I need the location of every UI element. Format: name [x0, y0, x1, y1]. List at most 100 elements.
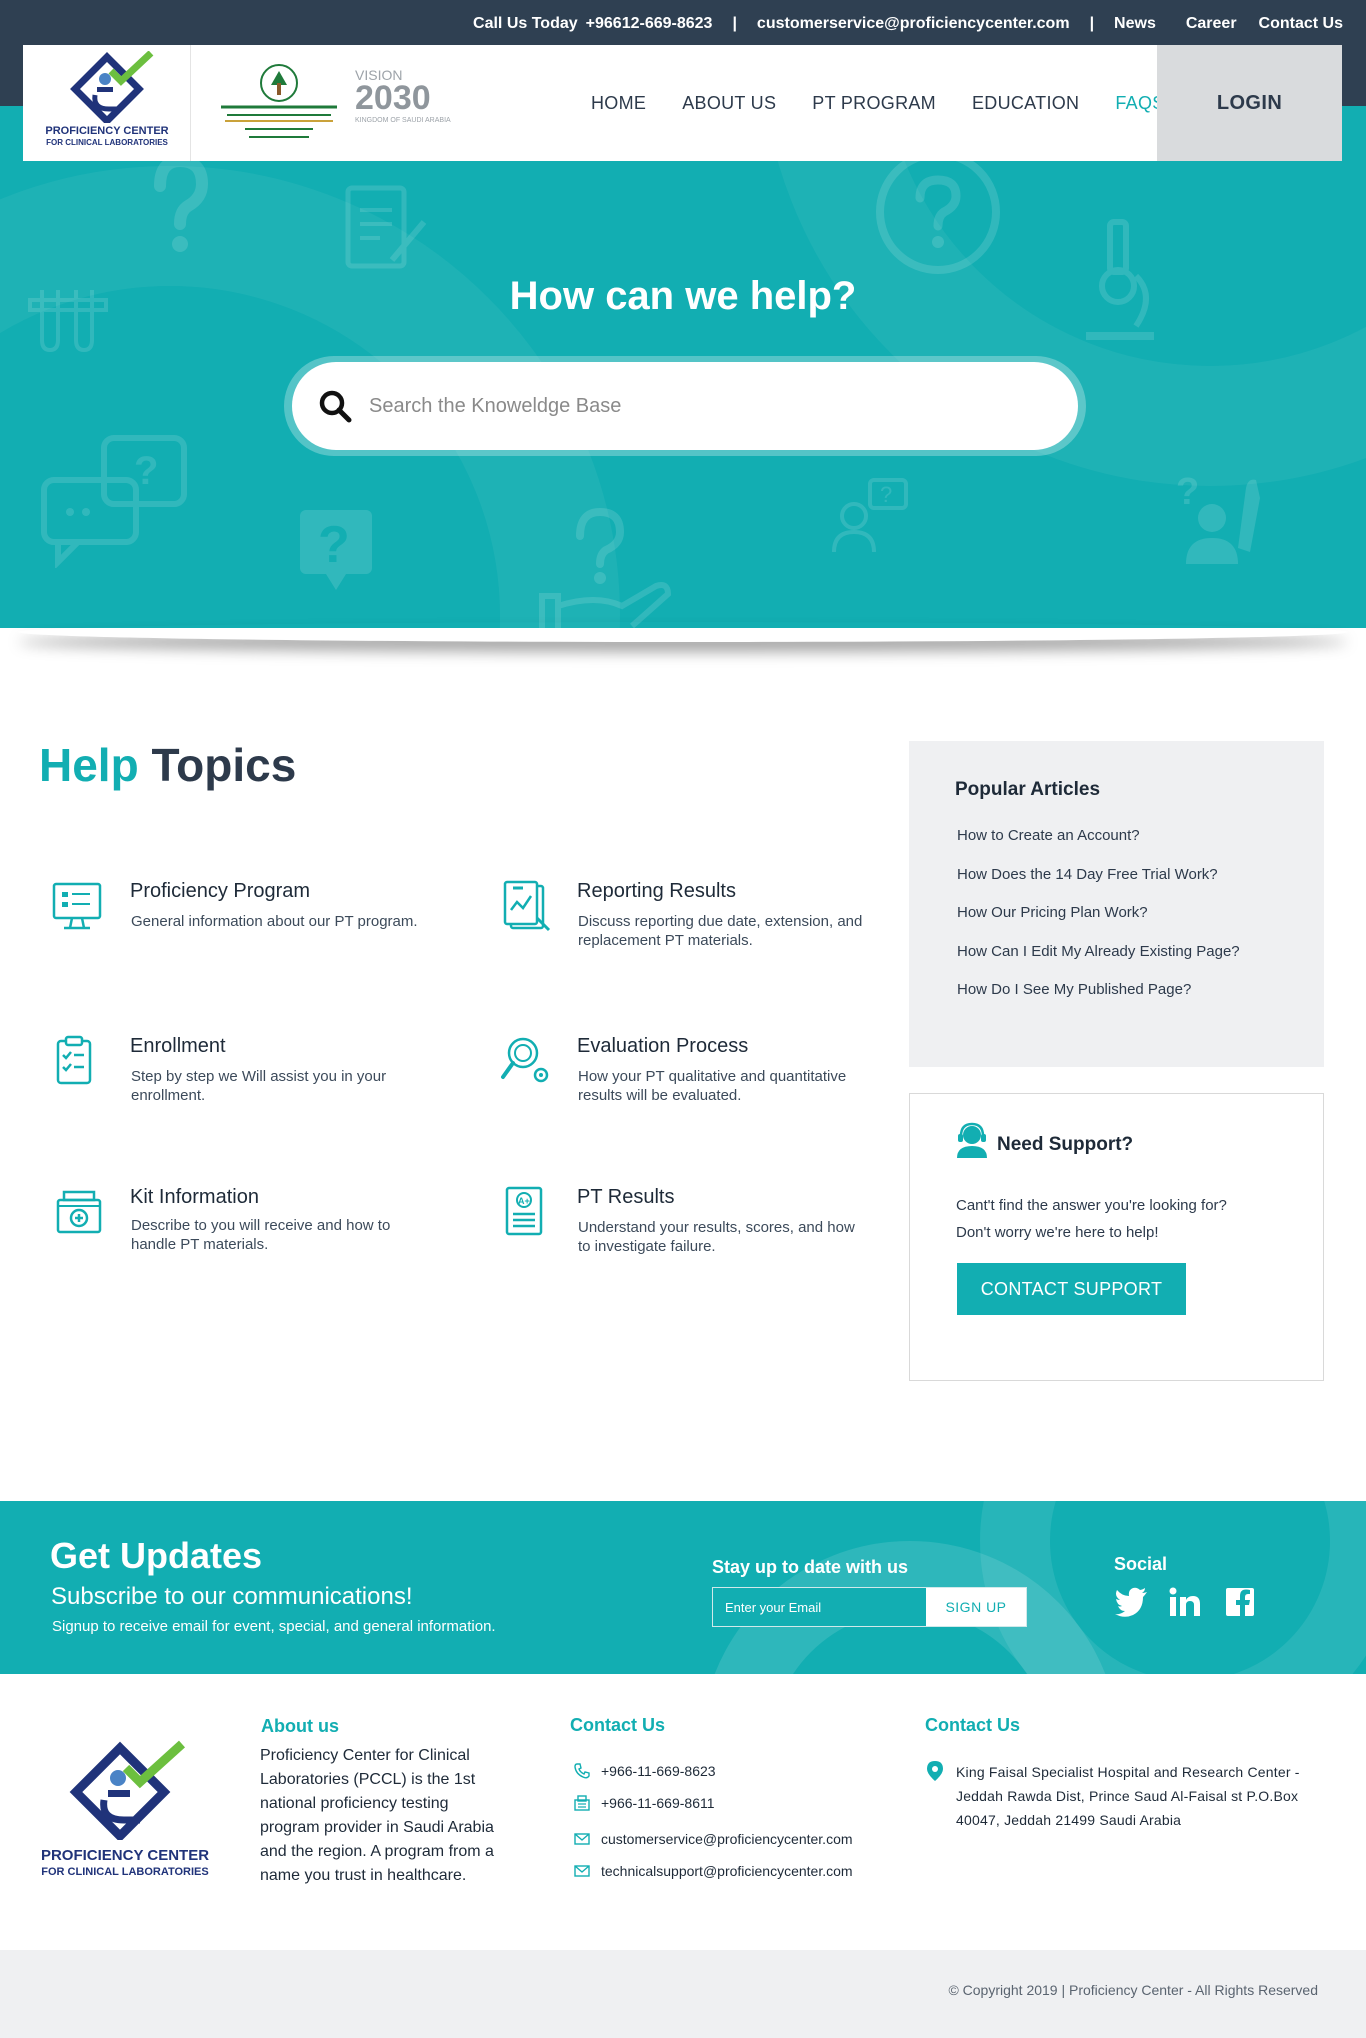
vision-2030-logo: VISION 2030 KINGDOM OF SAUDI ARABIA — [355, 67, 465, 124]
nav-education[interactable]: EDUCATION — [972, 93, 1079, 114]
footer-phone-2[interactable]: +966-11-669-8611 — [573, 1794, 715, 1812]
topic-description: General information about our PT program… — [131, 913, 418, 930]
main-nav: HOME ABOUT US PT PROGRAM EDUCATION FAQS — [591, 45, 1201, 161]
question-mark-icon — [154, 156, 209, 252]
mail-icon — [574, 1865, 590, 1877]
need-support-panel: Need Support? Cant't find the answer you… — [909, 1093, 1324, 1381]
help-title-highlight: Help — [39, 739, 139, 791]
article-link[interactable]: How Our Pricing Plan Work? — [957, 904, 1240, 943]
topic-title[interactable]: Reporting Results — [577, 880, 736, 903]
news-link[interactable]: News — [1114, 15, 1156, 33]
email-link[interactable]: customerservice@proficiencycenter.com — [757, 15, 1070, 33]
facebook-icon[interactable] — [1224, 1586, 1258, 1618]
phone-link[interactable]: +96612-669-8623 — [586, 15, 713, 33]
nav-pt-program[interactable]: PT PROGRAM — [812, 93, 936, 114]
topic-description: How your PT qualitative and quantitative… — [578, 1068, 847, 1104]
phone-icon — [574, 1763, 590, 1779]
copyright-text: © Copyright 2019 | Proficiency Center - … — [948, 1982, 1318, 1998]
hero-title: How can we help? — [509, 274, 857, 318]
popular-articles-panel: Popular Articles How to Create an Accoun… — [909, 741, 1324, 1067]
footer-phone-2-text[interactable]: +966-11-669-8611 — [601, 1795, 715, 1811]
newsletter-form: SIGN UP — [712, 1587, 1027, 1627]
search-input[interactable] — [369, 394, 1019, 418]
footer-phone-1[interactable]: +966-11-669-8623 — [573, 1762, 716, 1780]
person-question-icon: ? — [832, 478, 908, 553]
copyright-bar: © Copyright 2019 | Proficiency Center - … — [0, 1950, 1366, 2038]
footer-email-1-text[interactable]: customerservice@proficiencycenter.com — [601, 1831, 853, 1847]
call-label: Call Us Today — [473, 15, 578, 32]
footer-about-title: About us — [261, 1716, 339, 1736]
topic-title[interactable]: PT Results — [577, 1186, 674, 1209]
raised-hand-person-icon: ? — [1176, 471, 1260, 564]
popular-articles-list: How to Create an Account? How Does the 1… — [957, 827, 1240, 1020]
career-link[interactable]: Career — [1186, 15, 1237, 33]
header: PROFICIENCY CENTER FOR CLINICAL LABORATO… — [23, 45, 1342, 161]
svg-text:?: ? — [1176, 471, 1199, 513]
pccl-logo-icon — [69, 1740, 186, 1840]
article-link[interactable]: How Do I See My Published Page? — [957, 981, 1240, 1020]
login-button[interactable]: LOGIN — [1157, 45, 1342, 161]
fax-icon — [574, 1795, 590, 1811]
need-support-title: Need Support? — [997, 1134, 1134, 1155]
clipboard-check-icon — [56, 1035, 92, 1085]
footer-logo-line1: PROFICIENCY CENTER — [40, 1847, 210, 1864]
footer-email-2-text[interactable]: technicalsupport@proficiencycenter.com — [601, 1863, 853, 1879]
top-contact-links: Call Us Today +96612-669-8623 | customer… — [473, 13, 1343, 35]
footer-logo-line2: FOR CLINICAL LABORATORIES — [41, 1866, 209, 1878]
nav-home[interactable]: HOME — [591, 93, 646, 114]
footer: PROFICIENCY CENTER FOR CLINICAL LABORATO… — [0, 1674, 1366, 1950]
support-text-line1: Cant't find the answer you're looking fo… — [956, 1197, 1227, 1214]
topic-description: Understand your results, scores, and how… — [578, 1219, 855, 1255]
topic-title[interactable]: Proficiency Program — [130, 880, 310, 903]
logo-line1: PROFICIENCY CENTER — [45, 125, 169, 137]
logo-text: PROFICIENCY CENTER FOR CLINICAL LABORATO… — [23, 125, 191, 149]
topic-description: Describe to you will receive and how to … — [131, 1217, 391, 1253]
footer-contact-title: Contact Us — [570, 1715, 666, 1735]
document-pen-icon — [345, 185, 427, 269]
popular-articles-title: Popular Articles — [955, 779, 1101, 800]
separator: | — [732, 15, 737, 32]
footer-about-text: Proficiency Center for Clinical Laborato… — [260, 1747, 494, 1884]
search-icon[interactable] — [317, 388, 353, 424]
stay-updated-label: Stay up to date with us — [712, 1557, 909, 1577]
report-icon — [503, 880, 551, 932]
footer-email-1[interactable]: customerservice@proficiencycenter.com — [573, 1830, 853, 1848]
logo-line2: FOR CLINICAL LABORATORIES — [46, 138, 168, 147]
footer-email-2[interactable]: technicalsupport@proficiencycenter.com — [573, 1862, 853, 1880]
contact-support-button[interactable]: CONTACT SUPPORT — [957, 1263, 1186, 1315]
topic-title[interactable]: Evaluation Process — [577, 1035, 748, 1058]
contact-us-link[interactable]: Contact Us — [1259, 15, 1343, 33]
question-bubble-icon: ? — [300, 510, 372, 590]
grade-document-icon: A+ — [505, 1186, 543, 1236]
footer-address-text: King Faisal Specialist Hospital and Rese… — [956, 1764, 1300, 1828]
newsletter-email-input[interactable] — [713, 1588, 926, 1626]
svg-text:A+: A+ — [518, 1196, 530, 1206]
footer-logo[interactable]: PROFICIENCY CENTER FOR CLINICAL LABORATO… — [34, 1740, 216, 1890]
support-text-line2: Don't worry we're here to help! — [956, 1224, 1159, 1241]
monitor-icon — [52, 882, 102, 930]
svg-text:?: ? — [880, 482, 892, 507]
search-box[interactable] — [292, 362, 1078, 450]
footer-phone-1-text[interactable]: +966-11-669-8623 — [601, 1763, 716, 1779]
topic-description: Discuss reporting due date, extension, a… — [578, 913, 863, 949]
twitter-icon[interactable] — [1114, 1586, 1148, 1618]
nav-about-us[interactable]: ABOUT US — [682, 93, 776, 114]
article-link[interactable]: How to Create an Account? — [957, 827, 1240, 866]
chat-question-icon: ? — [41, 435, 187, 568]
updates-subtitle: Subscribe to our communications! — [51, 1583, 413, 1610]
topic-title[interactable]: Kit Information — [130, 1186, 259, 1209]
svg-text:?: ? — [318, 516, 350, 574]
svg-text:?: ? — [134, 449, 158, 493]
topic-title[interactable]: Enrollment — [130, 1035, 226, 1058]
hand-question-icon — [539, 507, 672, 628]
article-link[interactable]: How Does the 14 Day Free Trial Work? — [957, 866, 1240, 905]
question-circle-icon — [876, 150, 1000, 274]
linkedin-icon[interactable] — [1168, 1586, 1202, 1618]
site-logo[interactable]: PROFICIENCY CENTER FOR CLINICAL LABORATO… — [23, 45, 191, 161]
article-link[interactable]: How Can I Edit My Already Existing Page? — [957, 943, 1240, 982]
pccl-logo-icon — [70, 51, 154, 123]
help-topics-title: Help Topics — [39, 738, 296, 792]
sign-up-button[interactable]: SIGN UP — [926, 1588, 1026, 1626]
vision-year: 2030 — [355, 79, 431, 117]
kfsh-logo-icon — [221, 64, 337, 138]
